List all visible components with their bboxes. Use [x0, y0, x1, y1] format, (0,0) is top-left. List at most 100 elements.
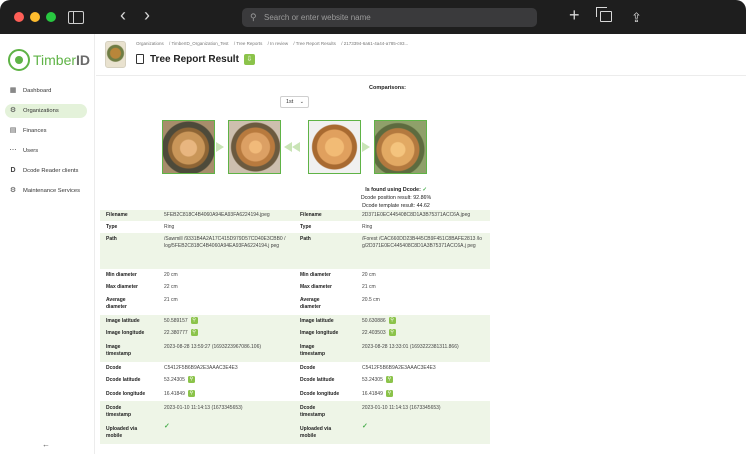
search-location-button[interactable]: ⚲	[388, 317, 396, 324]
page-header: Organizations / TimberID_Organization_Te…	[96, 34, 746, 76]
left-value: 22.380777	[164, 329, 188, 336]
row-label: Image latitude	[106, 318, 140, 324]
chevron-down-icon: ⌄	[299, 99, 304, 105]
sidebar-item-dashboard[interactable]: ▦ Dashboard	[5, 84, 87, 98]
row-label: Min diameter	[300, 272, 331, 278]
arrow-right-icon	[362, 142, 370, 152]
left-value: 20 cm	[164, 272, 178, 278]
search-location-button[interactable]: ⚲	[385, 390, 393, 397]
maximize-window-button[interactable]	[46, 12, 56, 22]
tree-image-thumbnail[interactable]	[228, 120, 281, 174]
table-row: Min diameter 20 cm Min diameter 20 cm	[100, 269, 490, 281]
tab-overview-icon[interactable]	[596, 7, 612, 22]
address-bar[interactable]: ⚲ Search or enter website name	[242, 8, 537, 27]
search-icon: ⚲	[250, 12, 257, 22]
right-value: 2D371E0EC445408C8D1A3B75371ACC6A.jpeg	[362, 212, 471, 218]
row-label: Average diameter	[300, 297, 321, 310]
minimize-window-button[interactable]	[30, 12, 40, 22]
forward-arrow-icon[interactable]: ›	[144, 6, 150, 24]
right-value: 20 cm	[362, 272, 376, 278]
table-row: Filename 5FEB2C818C4B4060A94EA93FA622419…	[100, 210, 490, 221]
table-row: Image longitude 22.380777 ⚲ Image longitu…	[100, 327, 490, 340]
table-row: Dcode latitude 53.24305 ⚲ Dcode latitude …	[100, 374, 490, 387]
dashboard-icon: ▦	[9, 87, 17, 94]
table-row: Uploaded via mobile ✓ Uploaded via mobil…	[100, 422, 490, 444]
left-value: 2023-01-10 11:14:13 (1673345653)	[164, 405, 243, 411]
tree-image-thumbnail[interactable]	[374, 120, 427, 174]
table-row: Image latitude 50.589157 ⚲ Image latitude…	[100, 315, 490, 327]
search-location-button[interactable]: ⚲	[385, 376, 393, 383]
sidebar-item-label: Maintenance Services	[23, 188, 81, 194]
close-window-button[interactable]	[14, 12, 24, 22]
logo-text-green: Timber	[33, 52, 77, 68]
search-location-button[interactable]: ⚲	[190, 317, 198, 324]
tree-image-thumbnail[interactable]	[308, 120, 361, 174]
right-value: 2023-08-28 13:33:01 (1693222381311.866)	[362, 344, 459, 350]
row-label: Path	[300, 236, 311, 242]
breadcrumb-item[interactable]: / Tree Reports	[234, 41, 263, 46]
right-value: /Forest /CAC660DD23B445CB9F451C8BAFE2813…	[362, 236, 483, 249]
new-tab-icon[interactable]: +	[569, 6, 580, 24]
comparisons-selected-value: 1st	[286, 99, 294, 105]
address-bar-placeholder: Search or enter website name	[264, 13, 371, 22]
dcode-reader-icon: D	[10, 167, 16, 174]
dcode-result-summary: Is found using Dcode: ✓ Dcode position r…	[236, 186, 556, 210]
search-location-button[interactable]: ⚲	[388, 329, 396, 336]
breadcrumb-item[interactable]: / Tree Report Results	[293, 41, 336, 46]
sidebar-item-organizations[interactable]: ⚙ Organizations	[5, 104, 87, 118]
right-value: Ring	[362, 224, 373, 230]
table-row: Average diameter 21 cm Average diameter …	[100, 293, 490, 315]
row-label: Image longitude	[106, 330, 145, 336]
share-icon[interactable]: ⇪	[631, 9, 642, 27]
row-label: Image timestamp	[106, 344, 132, 357]
row-label: Dcode latitude	[300, 377, 335, 383]
breadcrumb-item[interactable]: Organizations	[136, 41, 164, 46]
collapse-sidebar-icon[interactable]: ←	[42, 440, 50, 449]
row-label: Dcode timestamp	[300, 405, 326, 418]
breadcrumb-item: / 2173394-6a61-4a44-a785-c93...	[341, 41, 409, 46]
breadcrumb-item[interactable]: / In review	[268, 41, 289, 46]
row-label: Uploaded via mobile	[106, 426, 138, 439]
sidebar-item-users[interactable]: ⋯ Users	[5, 144, 87, 158]
search-location-button[interactable]: ⚲	[190, 329, 198, 336]
right-value: 2023-01-10 11:14:13 (1673345653)	[362, 405, 441, 411]
left-value: 21 cm	[164, 297, 178, 303]
check-icon: ✓	[422, 187, 427, 193]
right-value: 16.41849	[362, 390, 383, 397]
document-icon	[136, 54, 144, 64]
right-value: 53.24305	[362, 376, 383, 383]
timberid-logo[interactable]: TimberID	[8, 48, 90, 72]
row-label: Image timestamp	[300, 344, 326, 357]
table-row: Dcode C5412F5B6B9A2E3AAAC3E4E3 Dcode C54…	[100, 362, 490, 374]
browser-window: ‹ › ⚲ Search or enter website name + ⇪ T…	[0, 0, 746, 454]
arrow-left-icon	[292, 142, 300, 152]
row-label: Average diameter	[106, 297, 127, 310]
breadcrumb-item[interactable]: / TimberID_Organization_Test	[169, 41, 229, 46]
sidebar-toggle-icon[interactable]	[68, 11, 84, 24]
comparisons-select[interactable]: 1st ⌄	[280, 96, 309, 108]
back-arrow-icon[interactable]: ‹	[120, 6, 126, 24]
sidebar-item-maintenance-services[interactable]: ⚙ Maintenance Services	[5, 184, 87, 198]
table-row: Dcode timestamp 2023-01-10 11:14:13 (167…	[100, 401, 490, 422]
left-value: C5412F5B6B9A2E3AAAC3E4E3	[164, 365, 238, 371]
left-value: /Sawmill /9331B4A2A17C415D979D57CD40E3CB…	[164, 236, 286, 249]
sidebar-item-finances[interactable]: ▤ Finances	[5, 124, 87, 138]
dcode-position-result: Dcode position result: 92.86%	[360, 195, 432, 201]
left-value: Ring	[164, 224, 175, 230]
row-label: Dcode timestamp	[106, 405, 132, 418]
logo-text-gray: ID	[76, 52, 91, 68]
row-label: Dcode	[300, 365, 316, 371]
download-report-button[interactable]: ⇩	[243, 53, 255, 65]
sidebar-item-dcode-reader-clients[interactable]: D Dcode Reader clients	[5, 164, 87, 178]
search-location-button[interactable]: ⚲	[187, 376, 195, 383]
left-value: 5FEB2C818C4B4060A94EA93FA6224194.jpeg	[164, 212, 270, 218]
sidebar-item-label: Dcode Reader clients	[23, 168, 79, 174]
sidebar-item-label: Dashboard	[23, 88, 52, 94]
tree-image-thumbnail[interactable]	[162, 120, 215, 174]
left-value: 50.589157	[164, 317, 188, 324]
left-value: 53.24305	[164, 376, 185, 383]
row-label: Image latitude	[300, 318, 334, 324]
search-location-button[interactable]: ⚲	[187, 390, 195, 397]
table-row: Dcode longitude 16.41849 ⚲ Dcode longitud…	[100, 387, 490, 401]
table-row: Type Ring Type Ring	[100, 221, 490, 233]
